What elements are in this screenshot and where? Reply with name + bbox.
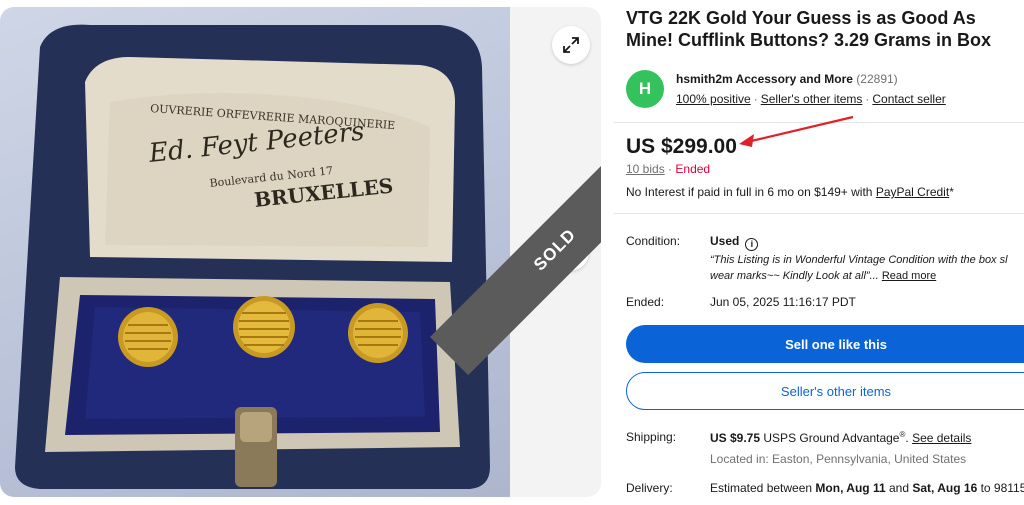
gold-button-left xyxy=(118,307,178,367)
bids-status-row: 10 bids · Ended xyxy=(626,162,710,176)
ended-label: Ended: xyxy=(626,295,665,309)
seller-links: 100% positive · Seller's other items · Conta… xyxy=(676,92,946,106)
delivery-date-start: Mon, Aug 11 xyxy=(815,481,886,495)
price: US $299.00 xyxy=(626,135,737,158)
paypal-credit-link[interactable]: PayPal Credit xyxy=(876,185,949,199)
shipping-service: USPS Ground Advantage xyxy=(763,431,900,445)
separator-dot: · xyxy=(753,92,758,106)
divider xyxy=(614,213,1024,214)
info-icon[interactable]: i xyxy=(745,238,759,251)
condition-description: “This Listing is in Wonderful Vintage Co… xyxy=(710,252,1024,284)
seller-feedback-count: (22891) xyxy=(856,72,898,86)
image-gallery: OUVRERIE ORFEVRERIE MAROQUINERIE Ed. Fey… xyxy=(0,7,601,497)
shipping-label: Shipping: xyxy=(626,430,677,444)
item-location: Located in: Easton, Pennsylvania, United… xyxy=(710,452,967,466)
sell-one-like-this-button[interactable]: Sell one like this xyxy=(626,325,1024,363)
product-photo[interactable]: OUVRERIE ORFEVRERIE MAROQUINERIE Ed. Fey… xyxy=(0,7,510,497)
seller-positive-link[interactable]: 100% positive xyxy=(676,92,751,106)
condition-desc-line1: “This Listing is in Wonderful Vintage Co… xyxy=(710,254,1008,266)
financing-asterisk: * xyxy=(949,185,954,199)
gold-button-right xyxy=(348,303,408,363)
delivery-and: and xyxy=(885,481,913,495)
financing-text: No Interest if paid in full in 6 mo on $… xyxy=(626,185,876,199)
expand-arrows-icon xyxy=(563,37,579,53)
seller-name[interactable]: hsmith2m Accessory and More xyxy=(676,72,853,86)
delivery-zip: to 98115 xyxy=(977,481,1024,495)
registered-mark: ® xyxy=(899,430,906,439)
seller-name-row: hsmith2m Accessory and More (22891) xyxy=(676,72,898,86)
condition-desc-line2-text: wear marks~~ Kindly Look at all”... xyxy=(710,270,879,282)
shipping-row: US $9.75 USPS Ground Advantage®. See det… xyxy=(710,430,972,445)
delivery-date-end: Sat, Aug 16 xyxy=(912,481,978,495)
condition-value-row: Used i xyxy=(710,234,759,251)
condition-label: Condition: xyxy=(626,234,681,248)
read-more-link[interactable]: Read more xyxy=(882,270,936,282)
red-annotation-arrow xyxy=(739,115,854,147)
delivery-label: Delivery: xyxy=(626,481,673,495)
financing-offer: No Interest if paid in full in 6 mo on $… xyxy=(626,185,954,199)
condition-desc-line2: wear marks~~ Kindly Look at all”... Read… xyxy=(710,268,1024,284)
condition-value: Used xyxy=(710,234,740,248)
separator-dot: · xyxy=(865,92,870,106)
bids-link[interactable]: 10 bids xyxy=(626,162,665,176)
seller-avatar[interactable]: H xyxy=(626,70,664,108)
contact-seller-link[interactable]: Contact seller xyxy=(872,92,945,106)
delivery-prefix: Estimated between xyxy=(710,481,816,495)
seller-other-items-link[interactable]: Seller's other items xyxy=(761,92,863,106)
listing-title: VTG 22K Gold Your Guess is as Good As Mi… xyxy=(626,8,992,50)
delivery-row: Estimated between Mon, Aug 11 and Sat, A… xyxy=(710,481,1024,498)
expand-image-button[interactable] xyxy=(552,26,590,64)
gold-button-center xyxy=(233,296,295,358)
see-details-link[interactable]: See details xyxy=(912,431,971,445)
shipping-cost: US $9.75 xyxy=(710,431,761,445)
separator-dot: · xyxy=(668,162,673,176)
seller-card: H hsmith2m Accessory and More (22891) 10… xyxy=(614,60,1024,120)
ended-status: Ended xyxy=(675,162,711,176)
ended-value: Jun 05, 2025 11:16:17 PDT xyxy=(710,295,856,309)
product-illustration: OUVRERIE ORFEVRERIE MAROQUINERIE Ed. Fey… xyxy=(15,24,490,490)
sellers-other-items-button[interactable]: Seller's other items xyxy=(626,372,1024,410)
